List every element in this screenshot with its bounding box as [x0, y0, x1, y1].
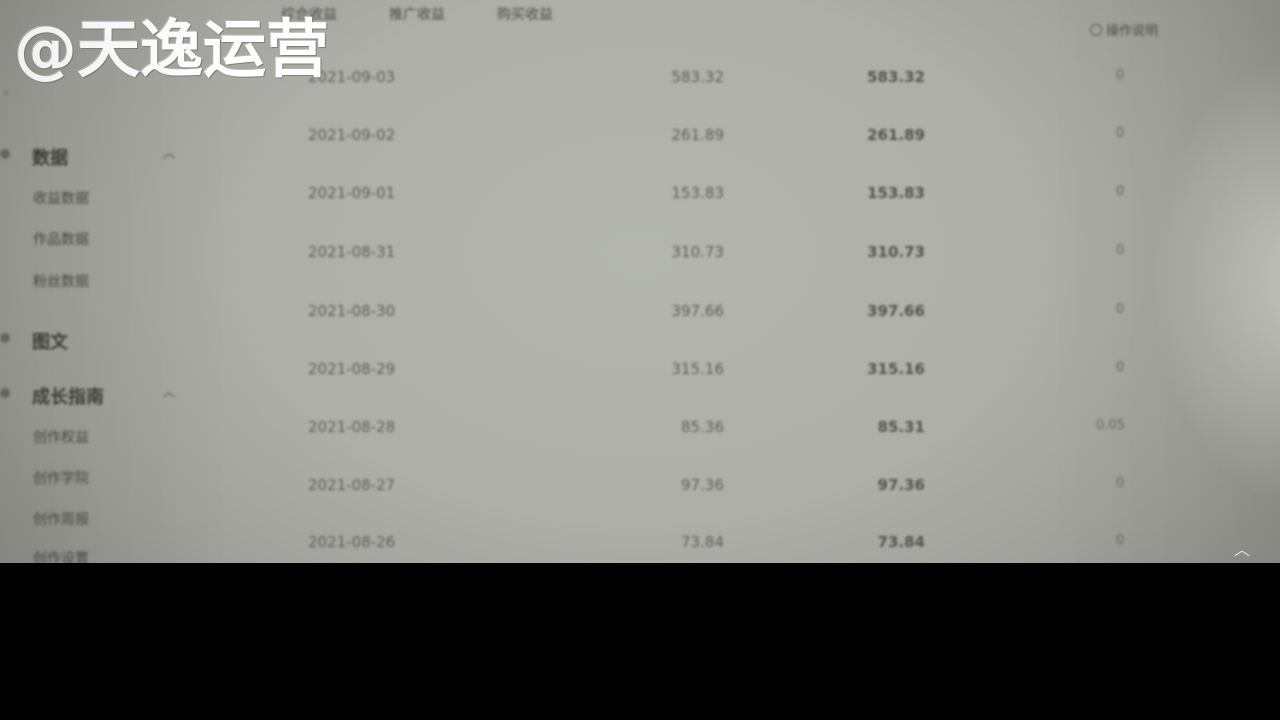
row-pay-earnings: 85.36 [681, 418, 724, 436]
row-total-earnings: 315.16 [867, 360, 925, 378]
row-pay-earnings: 73.84 [681, 533, 724, 551]
row-pay-earnings: 153.83 [671, 184, 725, 202]
row-pay-earnings: 583.32 [671, 68, 725, 86]
row-date: 2021-08-27 [308, 476, 396, 494]
table-row: 2021-08-26 73.84 73.84 0 [0, 533, 1280, 563]
row-pay-earnings: 97.36 [681, 476, 724, 494]
row-total-earnings: 310.73 [867, 243, 925, 261]
row-extra-value: 0 [1116, 184, 1125, 199]
chevron-up-icon[interactable]: ︿ [1234, 536, 1250, 560]
row-extra-value: 0 [1116, 68, 1125, 83]
table-row: 2021-08-27 97.36 97.36 0 [0, 476, 1280, 516]
row-pay-earnings: 261.89 [671, 126, 725, 144]
operation-header-label: 操作说明 [1106, 24, 1159, 39]
row-date: 2021-09-01 [308, 184, 396, 202]
tab-promotion-earnings[interactable]: 推广收益 [389, 4, 445, 24]
table-row: 2021-09-01 153.83 153.83 0 [0, 184, 1280, 224]
row-total-earnings: 85.31 [877, 418, 925, 436]
row-total-earnings: 73.84 [877, 533, 925, 551]
row-extra-value: 0 [1116, 476, 1125, 491]
row-total-earnings: 97.36 [877, 476, 925, 494]
row-date: 2021-08-31 [308, 243, 396, 261]
table-row: 2021-08-29 315.16 315.16 0 [0, 360, 1280, 400]
tab-purchase-earnings[interactable]: 购买收益 [497, 4, 553, 24]
row-pay-earnings: 315.16 [671, 360, 725, 378]
row-total-earnings: 261.89 [867, 126, 925, 144]
row-date: 2021-08-28 [308, 418, 396, 436]
row-extra-value: 0 [1116, 302, 1125, 317]
row-date: 2021-08-30 [308, 302, 396, 320]
table-row: 2021-08-31 310.73 310.73 0 [0, 243, 1280, 283]
row-total-earnings: 397.66 [867, 302, 925, 320]
black-letterbox [0, 563, 1280, 720]
table-row: 2021-08-28 85.36 85.31 0.05 [0, 418, 1280, 458]
row-extra-value: 0 [1116, 126, 1125, 141]
row-date: 2021-09-02 [308, 126, 396, 144]
table-row: 2021-09-02 261.89 261.89 0 [0, 126, 1280, 166]
operation-column-header: 操作说明 [1090, 20, 1158, 39]
watermark-logo: @天逸运营 [14, 13, 329, 86]
row-date: 2021-08-26 [308, 533, 396, 551]
row-extra-value: 0 [1116, 360, 1125, 375]
row-extra-value: 0.05 [1096, 418, 1125, 433]
row-pay-earnings: 310.73 [671, 243, 725, 261]
help-circle-icon [1090, 24, 1102, 36]
app-screen: ◦ 数据 ︿ 收益数据 作品数据 粉丝数据 图文 成长指南 ︿ 创作权益 创作学… [0, 0, 1280, 563]
row-date: 2021-08-29 [308, 360, 396, 378]
table-row: 2021-08-30 397.66 397.66 0 [0, 302, 1280, 342]
row-total-earnings: 153.83 [867, 184, 925, 202]
row-extra-value: 0 [1116, 533, 1125, 548]
row-pay-earnings: 397.66 [671, 302, 725, 320]
row-total-earnings: 583.32 [867, 68, 925, 86]
row-extra-value: 0 [1116, 243, 1125, 258]
